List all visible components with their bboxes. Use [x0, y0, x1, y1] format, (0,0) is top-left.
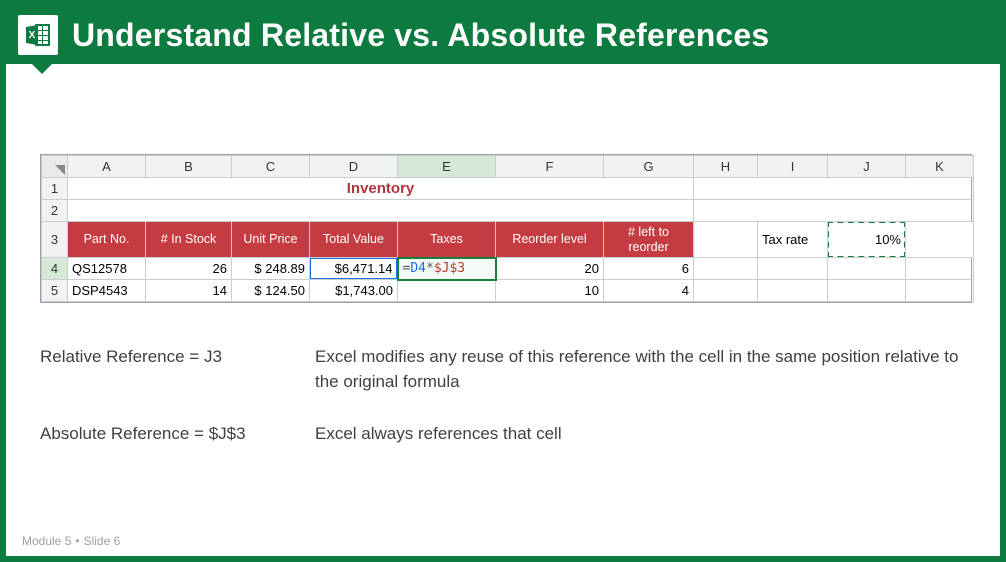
svg-text:X: X — [29, 30, 36, 41]
header-reorder-level: Reorder level — [496, 222, 604, 258]
slide-footer: Module 5•Slide 6 — [22, 534, 120, 548]
cell[interactable]: 20 — [496, 258, 604, 280]
col-header[interactable]: A — [68, 156, 146, 178]
absolute-ref-desc: Excel always references that cell — [315, 422, 966, 447]
cell[interactable]: QS12578 — [68, 258, 146, 280]
row-header[interactable]: 2 — [42, 200, 68, 222]
row-header-active[interactable]: 4 — [42, 258, 68, 280]
col-header[interactable]: D — [310, 156, 398, 178]
cell[interactable]: 4 — [604, 280, 694, 302]
cell[interactable]: 10 — [496, 280, 604, 302]
cell[interactable]: DSP4543 — [68, 280, 146, 302]
spreadsheet: A B C D E F G H I J K 1 Inventory — [40, 154, 972, 303]
cell-total-value[interactable]: $6,471.14 — [310, 258, 398, 280]
cell[interactable]: $ 248.89 — [232, 258, 310, 280]
table-row: 1 Inventory — [42, 178, 974, 200]
cell[interactable]: $1,743.00 — [310, 280, 398, 302]
header-taxes: Taxes — [398, 222, 496, 258]
cell[interactable]: $ 124.50 — [232, 280, 310, 302]
inventory-title: Inventory — [68, 178, 694, 200]
select-all-corner[interactable] — [42, 156, 68, 178]
slide-header: X Understand Relative vs. Absolute Refer… — [6, 6, 1000, 64]
relative-ref-desc: Excel modifies any reuse of this referen… — [315, 345, 966, 394]
header-total-value: Total Value — [310, 222, 398, 258]
col-header[interactable]: I — [758, 156, 828, 178]
col-header[interactable]: G — [604, 156, 694, 178]
row-header[interactable]: 5 — [42, 280, 68, 302]
col-header[interactable]: H — [694, 156, 758, 178]
cell-tax-rate[interactable]: 10% — [828, 222, 906, 258]
tax-rate-label: Tax rate — [758, 222, 828, 258]
col-header[interactable]: B — [146, 156, 232, 178]
col-header[interactable]: K — [906, 156, 974, 178]
footer-slide: Slide 6 — [84, 534, 121, 548]
table-row: 4 QS12578 26 $ 248.89 $6,471.14 =D4*$J$3… — [42, 258, 974, 280]
col-header[interactable]: F — [496, 156, 604, 178]
formula-operator: * — [426, 261, 434, 276]
excel-icon: X — [18, 15, 58, 55]
data-header-row: 3 Part No. # In Stock Unit Price Total V… — [42, 222, 974, 258]
absolute-ref-label: Absolute Reference = $J$3 — [40, 422, 315, 447]
relative-ref-label: Relative Reference = J3 — [40, 345, 315, 394]
header-unit-price: Unit Price — [232, 222, 310, 258]
cell[interactable]: 26 — [146, 258, 232, 280]
table-row: 2 — [42, 200, 974, 222]
formula-absolute-ref: $J$3 — [434, 261, 465, 276]
col-header-active[interactable]: E — [398, 156, 496, 178]
explanation-block: Relative Reference = J3 Excel modifies a… — [40, 345, 966, 447]
cell[interactable]: 6 — [604, 258, 694, 280]
footer-module: Module 5 — [22, 534, 71, 548]
formula-relative-ref: D4 — [410, 261, 426, 276]
cell[interactable]: 14 — [146, 280, 232, 302]
row-header[interactable]: 1 — [42, 178, 68, 200]
header-left-reorder: # left to reorder — [604, 222, 694, 258]
slide-title: Understand Relative vs. Absolute Referen… — [72, 17, 769, 54]
header-pointer-icon — [32, 64, 52, 74]
col-header[interactable]: C — [232, 156, 310, 178]
bullet-icon: • — [71, 534, 83, 548]
active-cell-formula[interactable]: =D4*$J$3 — [398, 258, 496, 280]
column-header-row: A B C D E F G H I J K — [42, 156, 974, 178]
header-part-no: Part No. — [68, 222, 146, 258]
col-header[interactable]: J — [828, 156, 906, 178]
cell[interactable] — [398, 280, 496, 302]
table-row: 5 DSP4543 14 $ 124.50 $1,743.00 10 4 — [42, 280, 974, 302]
header-in-stock: # In Stock — [146, 222, 232, 258]
row-header[interactable]: 3 — [42, 222, 68, 258]
